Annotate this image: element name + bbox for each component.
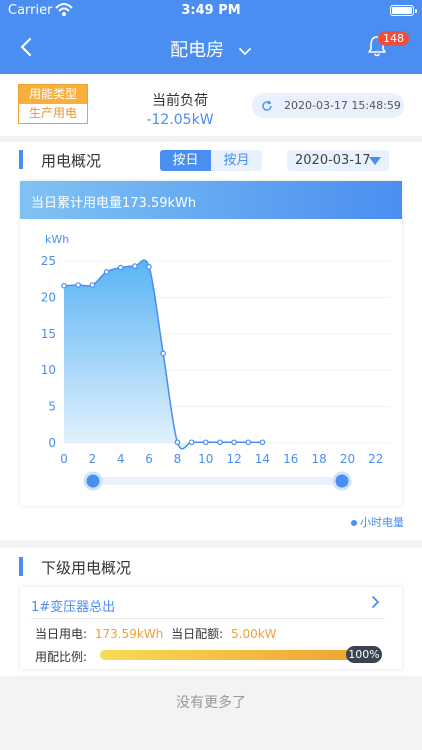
status-time: 3:49 PM	[181, 3, 241, 18]
usage-value: 173.59kWh	[94, 627, 164, 641]
x-tick-label: 22	[368, 452, 383, 466]
energy-type-label: 用能类型	[19, 85, 87, 104]
data-point	[217, 439, 223, 446]
data-point	[132, 263, 138, 269]
quota-value: 5.00kW	[231, 627, 277, 641]
legend-label: 小时电量	[360, 516, 404, 529]
y-tick-label: 25	[41, 254, 56, 268]
x-tick-label: 20	[340, 452, 355, 466]
x-tick-label: 16	[283, 452, 298, 466]
divider	[31, 618, 385, 619]
data-point	[259, 439, 266, 446]
chevron-down-icon	[238, 41, 252, 62]
status-bar: Carrier 3:49 PM	[0, 0, 422, 22]
data-point	[146, 264, 152, 270]
energy-type-value: 生产用电	[19, 104, 87, 123]
current-load-value: -12.05kW	[146, 112, 214, 128]
date-picker-value: 2020-03-17	[295, 153, 371, 168]
ratio-progress-fill	[100, 650, 362, 660]
zoom-slider-end-handle[interactable]	[332, 471, 352, 491]
chevron-right-icon[interactable]	[370, 595, 382, 612]
data-point	[61, 282, 67, 289]
overview-title: 用电概况	[41, 152, 102, 170]
ratio-label: 用配比例:	[35, 650, 88, 664]
tab-by-day[interactable]: 按日	[160, 150, 211, 171]
section-marker	[19, 557, 23, 576]
y-tick-label: 0	[48, 436, 56, 450]
data-point	[245, 439, 252, 446]
period-toggle: 按日 按月	[160, 150, 262, 171]
nav-bar: 配电房 148	[0, 22, 422, 74]
page-title-dropdown[interactable]: 配电房	[0, 36, 422, 62]
data-point	[174, 439, 181, 446]
sub-item-card[interactable]: 1#变压器总出 当日用电: 173.59kWh 当日配额: 5.00kW 用配比…	[20, 587, 402, 669]
zoom-slider-start-handle[interactable]	[83, 471, 103, 491]
ratio-progress-bar	[100, 650, 362, 660]
notification-badge: 148	[378, 31, 409, 46]
x-tick-label: 12	[226, 452, 241, 466]
sub-overview-title: 下级用电概况	[41, 559, 132, 577]
sub-item-name: 1#变压器总出	[31, 600, 116, 615]
ratio-value-badge: 100%	[346, 646, 382, 663]
usage-chart-card: 当日累计用电量173.59kWh 0 5 10 15 20 25 0 2 4 6 8 10 12 14 16…	[20, 181, 402, 506]
usage-chart: 0 5 10 15 20 25 0 2 4 6 8 10 12 14 16 18 20 22 kWh	[41, 233, 390, 491]
section-marker	[19, 150, 23, 169]
data-point	[231, 439, 237, 446]
x-tick-label: 8	[174, 452, 182, 466]
x-tick-label: 6	[145, 452, 153, 466]
x-tick-label: 0	[60, 452, 68, 466]
y-axis-unit: kWh	[45, 233, 69, 246]
date-picker[interactable]: 2020-03-17	[287, 150, 389, 171]
y-tick-label: 15	[41, 327, 56, 341]
bottom-safe-area	[0, 726, 422, 750]
triangle-down-icon	[369, 157, 381, 165]
data-point	[103, 269, 110, 275]
data-point	[202, 439, 209, 446]
no-more-text: 没有更多了	[176, 695, 246, 711]
data-point	[160, 350, 167, 357]
legend-dot	[351, 520, 357, 526]
x-tick-label: 14	[255, 452, 270, 466]
tab-by-month[interactable]: 按月	[211, 150, 262, 171]
chart-legend: 小时电量	[351, 514, 404, 530]
current-load-label: 当前负荷	[152, 93, 208, 109]
y-tick-label: 20	[41, 290, 56, 304]
page-title: 配电房	[170, 40, 225, 61]
y-tick-label: 5	[48, 400, 56, 414]
quota-label: 当日配额:	[171, 627, 224, 641]
refresh-icon	[261, 100, 273, 115]
data-point	[188, 439, 195, 446]
data-point	[75, 282, 81, 288]
refresh-timestamp: 2020-03-17 15:48:59	[284, 99, 401, 112]
summary-panel: 用能类型 生产用电 当前负荷 -12.05kW 2020-03-17 15:48…	[0, 74, 422, 136]
battery-icon	[390, 5, 417, 16]
energy-type-tag: 用能类型 生产用电	[18, 84, 88, 124]
data-point	[89, 282, 96, 288]
x-tick-label: 2	[89, 452, 97, 466]
data-point	[117, 264, 124, 271]
x-tick-label: 4	[117, 452, 125, 466]
y-tick-label: 10	[41, 363, 56, 377]
x-tick-label: 18	[311, 452, 326, 466]
usage-row: 当日用电: 173.59kWh 当日配额: 5.00kW	[35, 625, 277, 642]
x-tick-label: 10	[198, 452, 213, 466]
usage-label: 当日用电:	[35, 627, 88, 641]
refresh-time-button[interactable]: 2020-03-17 15:48:59	[252, 93, 404, 118]
zoom-slider-track[interactable]	[93, 477, 342, 485]
